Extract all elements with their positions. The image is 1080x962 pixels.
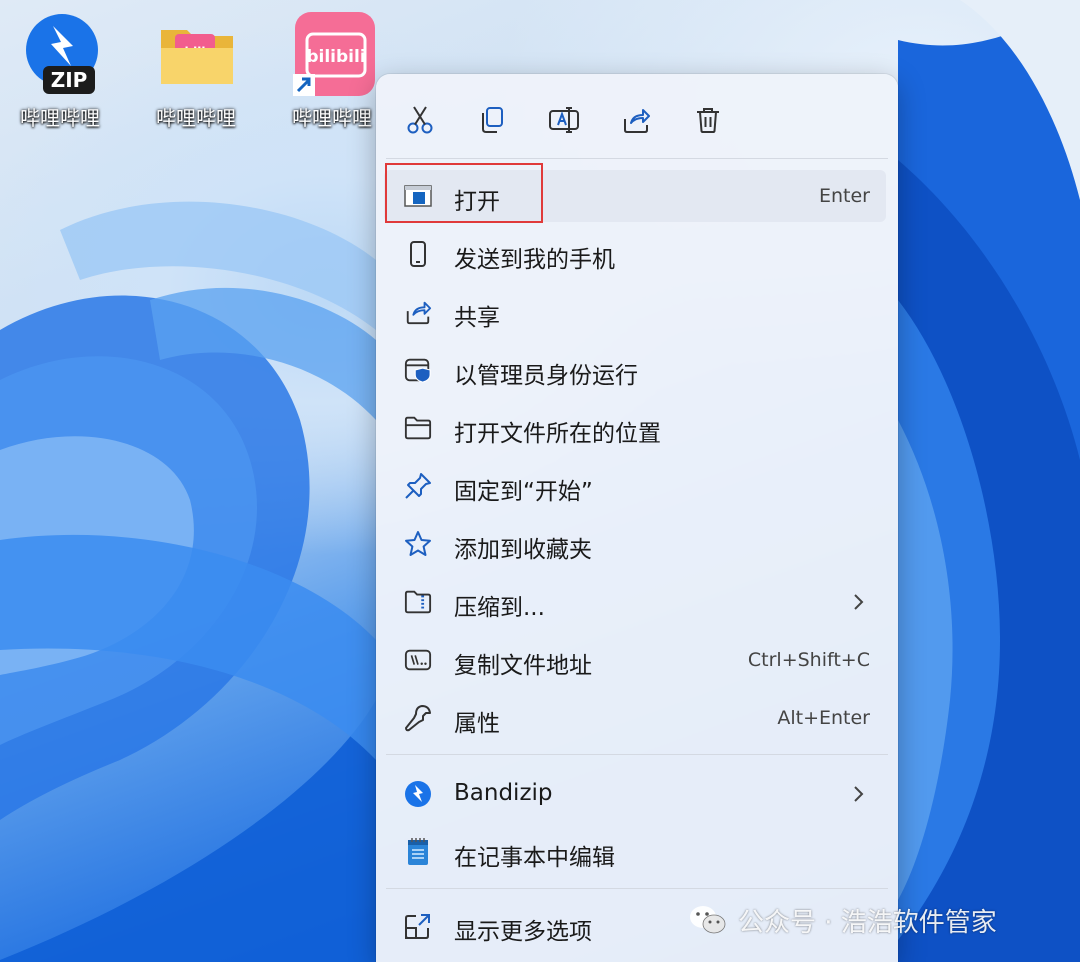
notepad-icon (404, 838, 432, 866)
chevron-right-icon (854, 786, 864, 802)
wrench-icon (404, 704, 432, 732)
menu-item-label: 打开文件所在的位置 (454, 421, 661, 447)
shield-icon (404, 356, 432, 384)
menu-item-label: 以管理员身份运行 (454, 363, 638, 389)
menu-item-pin-to-start[interactable]: 固定到“开始” (384, 460, 886, 512)
menu-item-label: 发送到我的手机 (454, 247, 615, 273)
path-icon (404, 646, 432, 674)
menu-item-shortcut: Ctrl+Shift+C (747, 649, 870, 671)
phone-icon (404, 240, 432, 268)
menu-separator (386, 888, 888, 889)
watermark: 公众号 · 浩浩软件管家 (688, 898, 997, 942)
rename-button[interactable] (540, 96, 588, 144)
menu-item-label: 显示更多选项 (454, 919, 592, 945)
menu-item-label: 共享 (454, 305, 500, 331)
delete-button[interactable] (684, 96, 732, 144)
menu-item-add-to-favorites[interactable]: 添加到收藏夹 (384, 518, 886, 570)
copy-icon (482, 107, 503, 133)
menu-item-edit-in-notepad[interactable]: 在记事本中编辑 (384, 826, 886, 878)
share-icon (404, 298, 432, 326)
bandizip-zip-icon: ZIP (17, 12, 103, 98)
menu-item-label: 在记事本中编辑 (454, 845, 615, 871)
share-icon (624, 109, 650, 133)
zip-folder-icon (404, 588, 432, 616)
menu-item-copy-path[interactable]: 复制文件地址 Ctrl+Shift+C (384, 634, 886, 686)
wechat-icon (690, 906, 726, 934)
menu-item-label: 属性 (454, 711, 500, 737)
desktop-icon-bandizip-file[interactable]: ZIP 哔哩哔哩 (10, 12, 110, 131)
menu-separator (386, 158, 888, 159)
menu-item-label: 复制文件地址 (454, 653, 592, 679)
rename-icon (549, 107, 579, 133)
menu-item-compress-to[interactable]: 压缩到... (384, 576, 886, 628)
desktop-icon-label: 哔哩哔哩 (156, 106, 236, 130)
folder-icon: bili (153, 12, 239, 98)
menu-item-label: 添加到收藏夹 (454, 537, 592, 563)
more-options-icon (404, 912, 432, 940)
copy-button[interactable] (468, 96, 516, 144)
chevron-right-icon (854, 594, 864, 610)
desktop-icon-folder[interactable]: bili 哔哩哔哩 (146, 12, 246, 131)
star-icon (404, 530, 432, 558)
cut-button[interactable] (396, 96, 444, 144)
context-menu-toolbar (376, 74, 898, 160)
menu-item-shortcut: Alt+Enter (777, 707, 870, 729)
svg-text:ZIP: ZIP (51, 68, 88, 92)
menu-item-send-to-phone[interactable]: 发送到我的手机 (384, 228, 886, 280)
menu-item-properties[interactable]: 属性 Alt+Enter (384, 692, 886, 744)
cut-icon (407, 106, 433, 134)
watermark-text: 公众号 · 浩浩软件管家 (738, 907, 997, 938)
menu-item-run-as-admin[interactable]: 以管理员身份运行 (384, 344, 886, 396)
menu-separator (386, 754, 888, 755)
share-button[interactable] (612, 96, 660, 144)
bilibili-shortcut-icon: bilibili (289, 12, 375, 98)
highlight-box (385, 163, 543, 223)
pin-icon (404, 472, 432, 500)
desktop-icon-label: 哔哩哔哩 (20, 106, 100, 130)
menu-item-label: Bandizip (454, 780, 553, 806)
svg-text:bilibili: bilibili (306, 47, 365, 67)
menu-item-share[interactable]: 共享 (384, 286, 886, 338)
desktop-icon-bilibili[interactable]: bilibili 哔哩哔哩 (282, 12, 382, 131)
folder-icon (404, 414, 432, 442)
menu-item-label: 压缩到... (454, 595, 545, 621)
delete-icon (697, 108, 719, 133)
menu-item-open-file-location[interactable]: 打开文件所在的位置 (384, 402, 886, 454)
menu-item-label: 固定到“开始” (454, 479, 593, 505)
bandizip-icon (404, 780, 432, 808)
menu-item-bandizip[interactable]: Bandizip (384, 768, 886, 820)
desktop-icon-label: 哔哩哔哩 (292, 106, 372, 130)
menu-item-shortcut: Enter (819, 185, 870, 207)
